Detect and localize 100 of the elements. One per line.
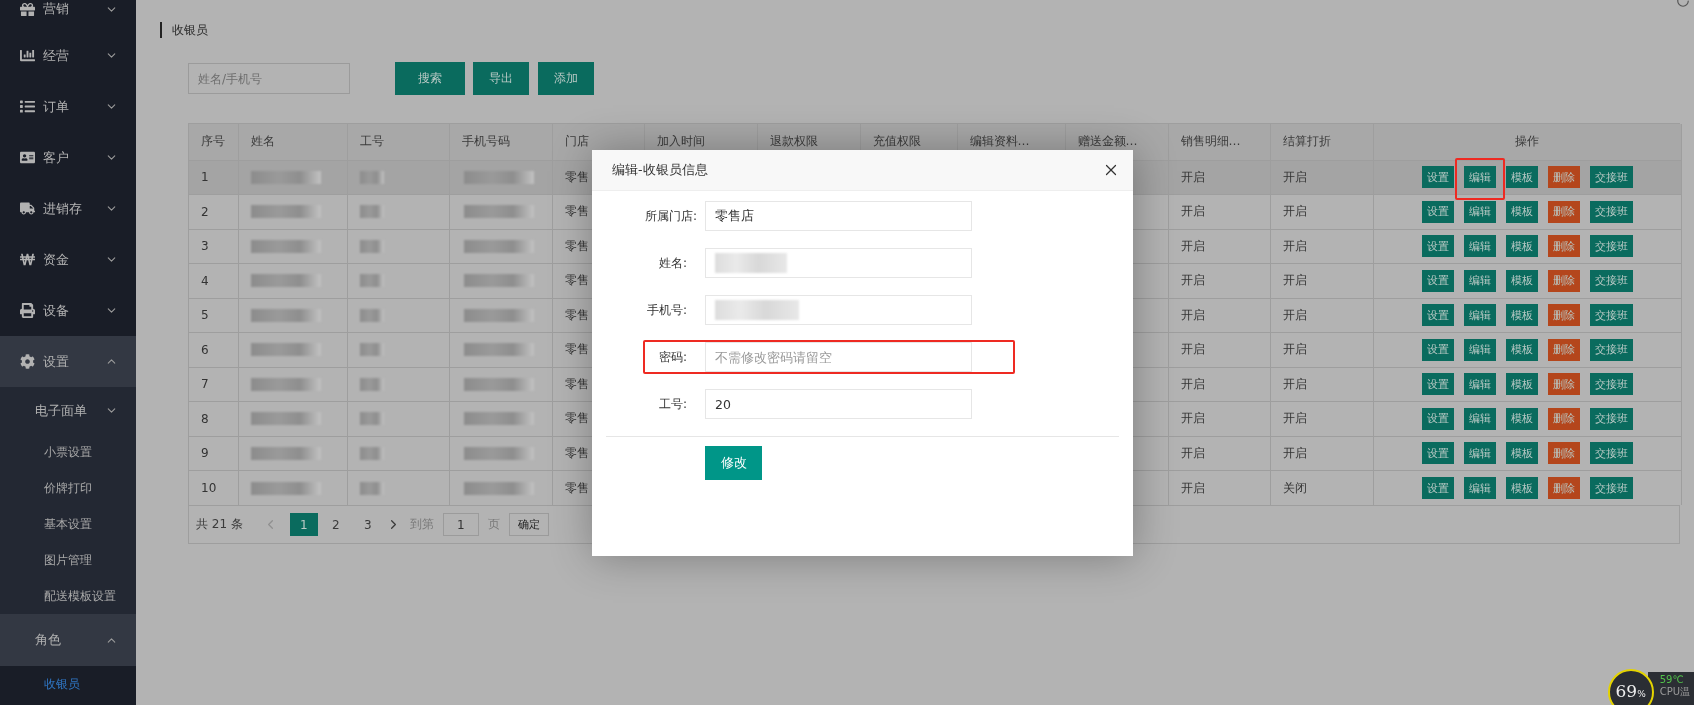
sidebar-item[interactable]: 资金 — [0, 234, 136, 285]
delete-button[interactable]: 删除 — [1547, 442, 1580, 465]
action-button[interactable]: 交接班 — [1589, 235, 1633, 258]
redacted-block — [250, 377, 321, 391]
sidebar-item[interactable]: 客户 — [0, 132, 136, 183]
action-button[interactable]: 模板 — [1505, 166, 1538, 189]
redacted-block — [250, 274, 321, 288]
action-button[interactable]: 编辑 — [1463, 373, 1496, 396]
action-button[interactable]: 交接班 — [1589, 338, 1633, 361]
sidebar-item[interactable]: 订单 — [0, 81, 136, 132]
action-button[interactable]: 设置 — [1421, 407, 1454, 430]
input-field[interactable]: 20 — [705, 389, 972, 419]
action-button[interactable]: 设置 — [1421, 269, 1454, 292]
delete-button[interactable]: 删除 — [1547, 166, 1580, 189]
action-button[interactable]: 模板 — [1505, 304, 1538, 327]
action-button[interactable]: 编辑 — [1463, 200, 1496, 223]
redacted-block — [359, 446, 384, 460]
input-field[interactable]: 零售店 — [705, 201, 972, 231]
sidebar-item[interactable]: 设备 — [0, 285, 136, 336]
delete-button[interactable]: 删除 — [1547, 304, 1580, 327]
column-header: 姓名 — [238, 124, 347, 160]
page-input[interactable]: 1 — [442, 513, 479, 536]
action-button[interactable]: 交接班 — [1589, 304, 1633, 327]
toolbar-button[interactable]: 搜索 — [395, 62, 465, 95]
action-button[interactable]: 设置 — [1421, 477, 1454, 499]
action-button[interactable]: 交接班 — [1589, 269, 1633, 292]
sidebar-group[interactable]: 角色 — [0, 614, 136, 666]
table-cell: 开启 — [1270, 160, 1373, 195]
action-button[interactable]: 编辑 — [1463, 407, 1496, 430]
column-header: 结算打折 — [1270, 124, 1373, 160]
sidebar-item[interactable]: 价牌打印 — [0, 470, 136, 506]
action-button[interactable]: 交接班 — [1589, 166, 1633, 189]
table-cell: 2 — [189, 194, 238, 229]
sidebar-item[interactable]: 配送模板设置 — [0, 578, 136, 614]
toolbar-button[interactable]: 导出 — [473, 62, 529, 95]
action-button[interactable]: 模板 — [1505, 442, 1538, 465]
action-button[interactable]: 交接班 — [1589, 373, 1633, 396]
sidebar-item[interactable]: 基本设置 — [0, 506, 136, 542]
action-button[interactable]: 设置 — [1421, 166, 1454, 189]
action-button[interactable]: 模板 — [1505, 373, 1538, 396]
action-button[interactable]: 设置 — [1421, 373, 1454, 396]
action-button[interactable]: 设置 — [1421, 235, 1454, 258]
printer-icon — [20, 303, 35, 318]
action-button[interactable]: 设置 — [1421, 442, 1454, 465]
action-button[interactable]: 模板 — [1505, 269, 1538, 292]
action-button[interactable]: 模板 — [1505, 407, 1538, 430]
redacted-block — [359, 481, 384, 495]
action-button[interactable]: 编辑 — [1463, 269, 1496, 292]
action-button[interactable]: 交接班 — [1589, 442, 1633, 465]
action-button[interactable]: 设置 — [1421, 338, 1454, 361]
action-button[interactable]: 编辑 — [1463, 235, 1496, 258]
table-cell: 6 — [189, 332, 238, 367]
field-label: 手机号: — [645, 301, 688, 319]
toolbar-button[interactable]: 添加 — [538, 62, 594, 95]
input-field[interactable]: 不需修改密码请留空 — [705, 342, 972, 372]
action-button[interactable]: 交接班 — [1589, 200, 1633, 223]
field-label: 工号: — [657, 395, 688, 413]
sidebar-item[interactable]: 图片管理 — [0, 542, 136, 578]
action-button[interactable]: 编辑 — [1463, 166, 1496, 189]
delete-button[interactable]: 删除 — [1547, 235, 1580, 258]
table-cell: 8 — [189, 401, 238, 436]
submit-button[interactable]: 修改 — [705, 446, 762, 480]
action-button[interactable]: 模板 — [1505, 338, 1538, 361]
action-button[interactable]: 编辑 — [1463, 442, 1496, 465]
column-header: 操作 — [1373, 124, 1681, 160]
page-button[interactable]: 1 — [289, 513, 318, 536]
action-button[interactable]: 交接班 — [1589, 407, 1633, 430]
action-button[interactable]: 编辑 — [1463, 338, 1496, 361]
action-button[interactable]: 编辑 — [1463, 477, 1496, 499]
action-button[interactable]: 交接班 — [1589, 477, 1633, 499]
sidebar-item[interactable]: 小票设置 — [0, 434, 136, 470]
sidebar-group[interactable]: 电子面单 — [0, 387, 136, 434]
action-button[interactable]: 编辑 — [1463, 304, 1496, 327]
sidebar-item[interactable]: 进销存 — [0, 183, 136, 234]
input-field[interactable] — [705, 248, 972, 278]
list-icon — [20, 99, 35, 114]
sidebar-item[interactable]: 经营 — [0, 30, 136, 81]
action-button[interactable]: 设置 — [1421, 200, 1454, 223]
action-button[interactable]: 模板 — [1505, 200, 1538, 223]
action-button[interactable]: 设置 — [1421, 304, 1454, 327]
page-button[interactable]: 3 — [353, 513, 382, 536]
table-cell: 开启 — [1270, 263, 1373, 298]
sidebar-item[interactable]: 设置 — [0, 336, 136, 387]
delete-button[interactable]: 删除 — [1547, 373, 1580, 396]
gift-icon — [20, 1, 35, 17]
sidebar-item[interactable]: 营销 — [0, 0, 136, 30]
search-field[interactable]: 姓名/手机号 — [188, 63, 350, 94]
delete-button[interactable]: 删除 — [1547, 407, 1580, 430]
input-field[interactable] — [705, 295, 972, 325]
redacted-block — [463, 377, 534, 391]
delete-button[interactable]: 删除 — [1547, 477, 1580, 499]
column-header: 序号 — [189, 124, 238, 160]
delete-button[interactable]: 删除 — [1547, 269, 1580, 292]
sidebar-item[interactable]: 收银员 — [0, 666, 136, 702]
page-button[interactable]: 2 — [321, 513, 350, 536]
confirm-button[interactable]: 确定 — [508, 513, 549, 536]
delete-button[interactable]: 删除 — [1547, 200, 1580, 223]
action-button[interactable]: 模板 — [1505, 477, 1538, 499]
delete-button[interactable]: 删除 — [1547, 338, 1580, 361]
action-button[interactable]: 模板 — [1505, 235, 1538, 258]
